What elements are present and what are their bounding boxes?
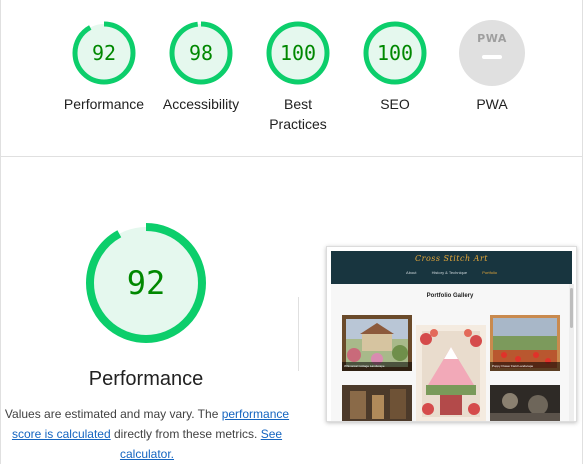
gauge-accessibility[interactable]: 98 Accessibility bbox=[151, 20, 251, 114]
artwork-interior-image bbox=[342, 385, 412, 421]
performance-detail-title: Performance bbox=[88, 368, 204, 390]
gauge-best-practices[interactable]: 100 Best Practices bbox=[248, 20, 348, 134]
gauge-pwa[interactable]: PWA PWA bbox=[442, 20, 542, 114]
artwork-mountain-image bbox=[416, 325, 486, 421]
artwork-mountain-graphic bbox=[420, 329, 482, 417]
gauge-pwa-label: PWA bbox=[476, 96, 508, 112]
gauge-best-practices-label: Best Practices bbox=[269, 96, 327, 132]
site-nav-item: History & Technique bbox=[431, 270, 468, 275]
thumbnail-scrollbar bbox=[569, 284, 574, 421]
gauge-seo[interactable]: 100 SEO bbox=[345, 20, 445, 114]
page-screenshot-thumbnail[interactable]: Cross Stitch Art About History & Techniq… bbox=[326, 246, 577, 422]
performance-detail-ring: 92 bbox=[86, 223, 206, 343]
gauge-best-practices-ring: 100 bbox=[266, 21, 330, 85]
artwork-poppy-image: Poppy Flower Field Landscape bbox=[490, 315, 560, 371]
artwork-caption: Poppy Flower Field Landscape bbox=[490, 362, 560, 371]
pwa-badge-text: PWA bbox=[477, 32, 507, 45]
site-nav: About History & Technique Portfolio bbox=[331, 270, 572, 275]
gauge-seo-label: SEO bbox=[380, 96, 410, 112]
pwa-dash-icon bbox=[482, 55, 502, 59]
performance-detail-note: Values are estimated and may vary. The p… bbox=[4, 404, 290, 464]
artwork-interior-graphic bbox=[342, 385, 412, 421]
note-middle: directly from these metrics. bbox=[110, 427, 261, 441]
artwork-dark-graphic bbox=[490, 385, 560, 421]
gauge-performance-score: 92 bbox=[92, 41, 116, 65]
gauge-seo-ring: 100 bbox=[363, 21, 427, 85]
site-title: Cross Stitch Art bbox=[415, 254, 488, 263]
gauge-performance-label: Performance bbox=[63, 96, 145, 112]
gauge-best-practices-score: 100 bbox=[280, 41, 316, 65]
site-nav-item: About bbox=[406, 270, 417, 275]
site-header: Cross Stitch Art About History & Techniq… bbox=[331, 251, 572, 284]
gauge-accessibility-label: Accessibility bbox=[162, 96, 240, 112]
gauge-performance[interactable]: 92 Performance bbox=[54, 20, 154, 114]
thumbnail-scroll-handle bbox=[570, 288, 573, 328]
artwork-caption: Whimsical Cottage Landscape bbox=[342, 362, 412, 371]
gauge-seo-score: 100 bbox=[377, 41, 413, 65]
score-summary: 92 Performance 98 Accessibility 100 Best… bbox=[0, 0, 583, 157]
note-prefix: Values are estimated and may vary. The bbox=[4, 407, 222, 421]
gauge-performance-ring: 92 bbox=[72, 21, 136, 85]
gauge-accessibility-score: 98 bbox=[189, 41, 213, 65]
performance-detail-score: 92 bbox=[127, 264, 166, 302]
artwork-cottage-image: Whimsical Cottage Landscape bbox=[342, 315, 412, 371]
artwork-dark-image bbox=[490, 385, 560, 421]
section-divider bbox=[298, 297, 299, 371]
site-nav-item-active: Portfolio bbox=[482, 270, 497, 275]
pwa-badge-icon: PWA bbox=[459, 20, 525, 86]
gallery-heading: Portfolio Gallery bbox=[426, 293, 474, 299]
site-body: Portfolio Gallery Whimsical Cottage Land… bbox=[331, 284, 569, 421]
performance-detail-gauge: 92 bbox=[84, 221, 208, 350]
gauge-accessibility-ring: 98 bbox=[169, 21, 233, 85]
